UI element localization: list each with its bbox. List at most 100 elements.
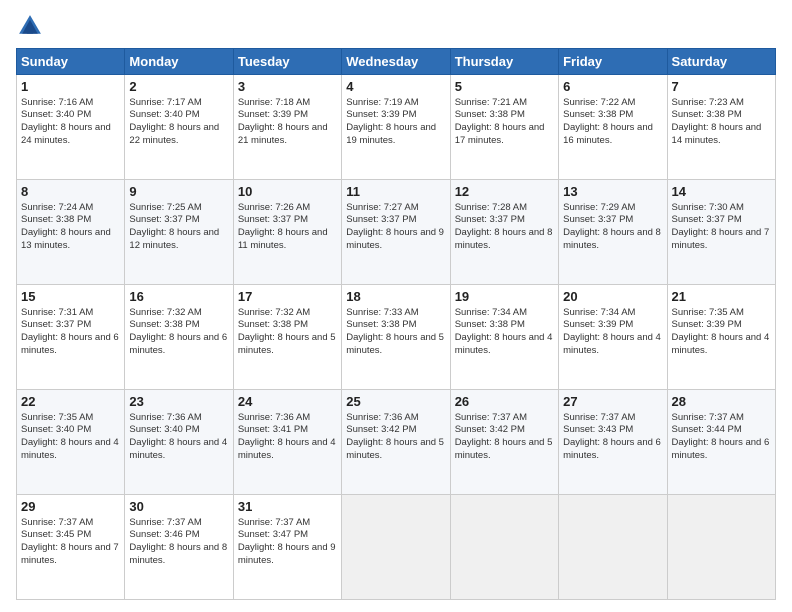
day-number: 6: [563, 78, 662, 96]
sunrise-text: Sunrise: 7:17 AM: [129, 97, 201, 108]
daylight-text: Daylight: 8 hours and 6 minutes.: [129, 332, 227, 356]
sunrise-text: Sunrise: 7:33 AM: [346, 307, 418, 318]
calendar-header-row: SundayMondayTuesdayWednesdayThursdayFrid…: [17, 49, 776, 75]
daylight-text: Daylight: 8 hours and 13 minutes.: [21, 227, 111, 251]
day-number: 11: [346, 183, 445, 201]
page: SundayMondayTuesdayWednesdayThursdayFrid…: [0, 0, 792, 612]
calendar-cell: 7 Sunrise: 7:23 AM Sunset: 3:38 PM Dayli…: [667, 75, 775, 180]
day-number: 7: [672, 78, 771, 96]
sunrise-text: Sunrise: 7:36 AM: [238, 412, 310, 423]
sunrise-text: Sunrise: 7:31 AM: [21, 307, 93, 318]
calendar-cell: 21 Sunrise: 7:35 AM Sunset: 3:39 PM Dayl…: [667, 285, 775, 390]
sunrise-text: Sunrise: 7:36 AM: [346, 412, 418, 423]
calendar-cell: 6 Sunrise: 7:22 AM Sunset: 3:38 PM Dayli…: [559, 75, 667, 180]
sunset-text: Sunset: 3:40 PM: [129, 424, 199, 435]
sunset-text: Sunset: 3:40 PM: [21, 109, 91, 120]
sunset-text: Sunset: 3:38 PM: [672, 109, 742, 120]
calendar-cell: 17 Sunrise: 7:32 AM Sunset: 3:38 PM Dayl…: [233, 285, 341, 390]
day-number: 12: [455, 183, 554, 201]
calendar-cell: [559, 495, 667, 600]
daylight-text: Daylight: 8 hours and 6 minutes.: [672, 437, 770, 461]
sunset-text: Sunset: 3:46 PM: [129, 529, 199, 540]
sunrise-text: Sunrise: 7:37 AM: [21, 517, 93, 528]
daylight-text: Daylight: 8 hours and 8 minutes.: [455, 227, 553, 251]
daylight-text: Daylight: 8 hours and 19 minutes.: [346, 122, 436, 146]
day-of-week-header: Sunday: [17, 49, 125, 75]
day-number: 8: [21, 183, 120, 201]
day-number: 14: [672, 183, 771, 201]
sunset-text: Sunset: 3:37 PM: [455, 214, 525, 225]
sunrise-text: Sunrise: 7:28 AM: [455, 202, 527, 213]
day-number: 5: [455, 78, 554, 96]
calendar-week-row: 8 Sunrise: 7:24 AM Sunset: 3:38 PM Dayli…: [17, 180, 776, 285]
daylight-text: Daylight: 8 hours and 16 minutes.: [563, 122, 653, 146]
day-of-week-header: Tuesday: [233, 49, 341, 75]
sunset-text: Sunset: 3:38 PM: [21, 214, 91, 225]
sunset-text: Sunset: 3:38 PM: [346, 319, 416, 330]
calendar-cell: 3 Sunrise: 7:18 AM Sunset: 3:39 PM Dayli…: [233, 75, 341, 180]
calendar-cell: 9 Sunrise: 7:25 AM Sunset: 3:37 PM Dayli…: [125, 180, 233, 285]
sunset-text: Sunset: 3:39 PM: [238, 109, 308, 120]
day-number: 17: [238, 288, 337, 306]
calendar-cell: 19 Sunrise: 7:34 AM Sunset: 3:38 PM Dayl…: [450, 285, 558, 390]
daylight-text: Daylight: 8 hours and 12 minutes.: [129, 227, 219, 251]
calendar-week-row: 22 Sunrise: 7:35 AM Sunset: 3:40 PM Dayl…: [17, 390, 776, 495]
sunrise-text: Sunrise: 7:35 AM: [672, 307, 744, 318]
sunset-text: Sunset: 3:38 PM: [455, 109, 525, 120]
sunset-text: Sunset: 3:47 PM: [238, 529, 308, 540]
day-number: 23: [129, 393, 228, 411]
daylight-text: Daylight: 8 hours and 21 minutes.: [238, 122, 328, 146]
sunrise-text: Sunrise: 7:37 AM: [563, 412, 635, 423]
sunset-text: Sunset: 3:43 PM: [563, 424, 633, 435]
sunset-text: Sunset: 3:39 PM: [563, 319, 633, 330]
day-of-week-header: Thursday: [450, 49, 558, 75]
calendar-cell: 4 Sunrise: 7:19 AM Sunset: 3:39 PM Dayli…: [342, 75, 450, 180]
day-number: 19: [455, 288, 554, 306]
day-number: 1: [21, 78, 120, 96]
calendar-cell: 24 Sunrise: 7:36 AM Sunset: 3:41 PM Dayl…: [233, 390, 341, 495]
sunset-text: Sunset: 3:39 PM: [672, 319, 742, 330]
day-number: 10: [238, 183, 337, 201]
calendar-cell: 1 Sunrise: 7:16 AM Sunset: 3:40 PM Dayli…: [17, 75, 125, 180]
daylight-text: Daylight: 8 hours and 22 minutes.: [129, 122, 219, 146]
sunset-text: Sunset: 3:38 PM: [455, 319, 525, 330]
calendar-cell: 5 Sunrise: 7:21 AM Sunset: 3:38 PM Dayli…: [450, 75, 558, 180]
day-of-week-header: Wednesday: [342, 49, 450, 75]
calendar-cell: 29 Sunrise: 7:37 AM Sunset: 3:45 PM Dayl…: [17, 495, 125, 600]
sunrise-text: Sunrise: 7:29 AM: [563, 202, 635, 213]
day-number: 31: [238, 498, 337, 516]
sunrise-text: Sunrise: 7:21 AM: [455, 97, 527, 108]
daylight-text: Daylight: 8 hours and 8 minutes.: [129, 542, 227, 566]
daylight-text: Daylight: 8 hours and 5 minutes.: [238, 332, 336, 356]
sunrise-text: Sunrise: 7:34 AM: [563, 307, 635, 318]
sunrise-text: Sunrise: 7:27 AM: [346, 202, 418, 213]
sunrise-text: Sunrise: 7:26 AM: [238, 202, 310, 213]
daylight-text: Daylight: 8 hours and 11 minutes.: [238, 227, 328, 251]
calendar-cell: 30 Sunrise: 7:37 AM Sunset: 3:46 PM Dayl…: [125, 495, 233, 600]
sunset-text: Sunset: 3:42 PM: [455, 424, 525, 435]
sunrise-text: Sunrise: 7:23 AM: [672, 97, 744, 108]
calendar-cell: [342, 495, 450, 600]
daylight-text: Daylight: 8 hours and 4 minutes.: [21, 437, 119, 461]
day-number: 9: [129, 183, 228, 201]
sunrise-text: Sunrise: 7:37 AM: [238, 517, 310, 528]
sunset-text: Sunset: 3:38 PM: [238, 319, 308, 330]
daylight-text: Daylight: 8 hours and 5 minutes.: [346, 332, 444, 356]
sunset-text: Sunset: 3:37 PM: [563, 214, 633, 225]
daylight-text: Daylight: 8 hours and 7 minutes.: [672, 227, 770, 251]
day-number: 22: [21, 393, 120, 411]
header: [16, 12, 776, 40]
daylight-text: Daylight: 8 hours and 4 minutes.: [455, 332, 553, 356]
sunrise-text: Sunrise: 7:37 AM: [455, 412, 527, 423]
sunrise-text: Sunrise: 7:30 AM: [672, 202, 744, 213]
calendar-cell: 23 Sunrise: 7:36 AM Sunset: 3:40 PM Dayl…: [125, 390, 233, 495]
sunset-text: Sunset: 3:37 PM: [346, 214, 416, 225]
day-number: 21: [672, 288, 771, 306]
calendar-cell: 18 Sunrise: 7:33 AM Sunset: 3:38 PM Dayl…: [342, 285, 450, 390]
day-number: 30: [129, 498, 228, 516]
sunset-text: Sunset: 3:42 PM: [346, 424, 416, 435]
sunrise-text: Sunrise: 7:32 AM: [238, 307, 310, 318]
sunset-text: Sunset: 3:37 PM: [672, 214, 742, 225]
calendar-week-row: 29 Sunrise: 7:37 AM Sunset: 3:45 PM Dayl…: [17, 495, 776, 600]
daylight-text: Daylight: 8 hours and 8 minutes.: [563, 227, 661, 251]
